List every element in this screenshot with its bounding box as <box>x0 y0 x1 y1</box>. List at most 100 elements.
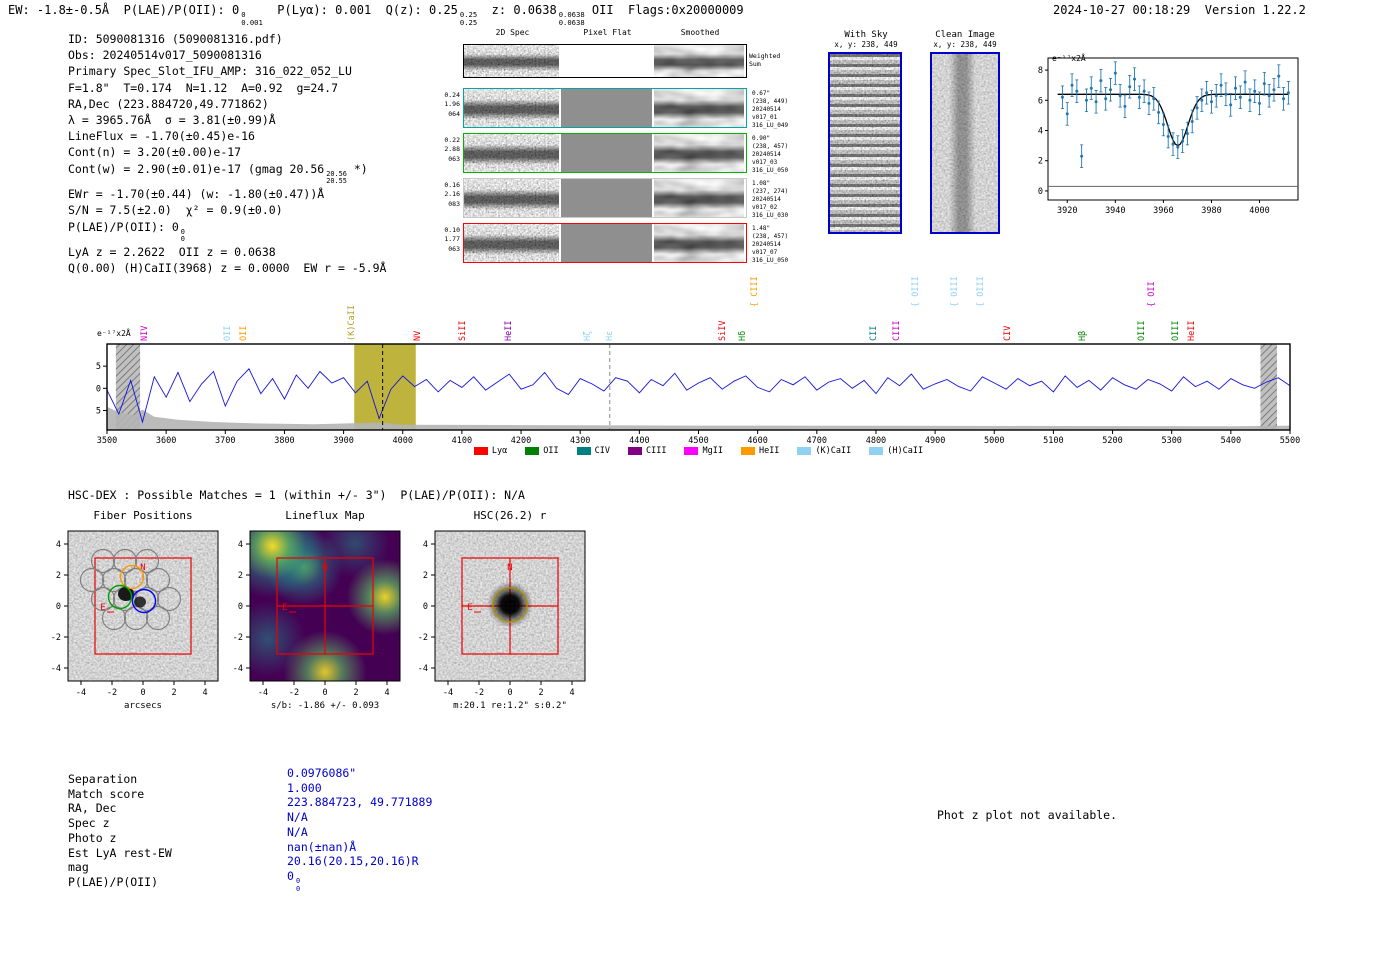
svg-text:-2: -2 <box>418 633 428 643</box>
spectral-trace-band <box>464 224 559 262</box>
svg-text:-4: -4 <box>51 664 61 674</box>
match-row-label: mag <box>68 860 89 874</box>
svg-text:5.0: 5.0 <box>95 384 101 394</box>
svg-text:4500: 4500 <box>688 436 708 446</box>
spectrum-legend: Lyα OII CIV CIII MgII HeII (K)CaII (H)CaII <box>107 446 1290 456</box>
emission-line-label: { OIII <box>950 276 960 307</box>
spectral-trace-band <box>464 134 559 172</box>
spec2d-row: 0.24 1.96 064 0.67" (238, 449) 20240514 v017_0… <box>444 88 788 129</box>
svg-text:-4: -4 <box>418 664 428 674</box>
clean-image <box>930 52 1000 234</box>
emission-line-label: HeII <box>1187 320 1197 341</box>
svg-text:4: 4 <box>238 540 243 550</box>
spectral-trace-band <box>654 134 744 172</box>
legend-label: HeII <box>758 446 780 456</box>
svg-text:2: 2 <box>171 688 176 698</box>
cutout-title: Fiber Positions <box>93 509 193 522</box>
svg-text:-4: -4 <box>233 664 243 674</box>
svg-text:2: 2 <box>353 688 358 698</box>
emission-line-label: Hδ <box>738 330 748 341</box>
cutout-caption: m:20.1 re:1.2" s:0.2" <box>453 701 567 711</box>
svg-text:3600: 3600 <box>156 436 176 446</box>
smoothed-image <box>654 179 744 217</box>
legend-item: HeII <box>740 446 780 456</box>
svg-text:3920: 3920 <box>1057 206 1077 216</box>
spectral-trace-band <box>464 89 559 127</box>
cutout-title: Lineflux Map <box>285 509 365 522</box>
svg-text:4400: 4400 <box>629 436 649 446</box>
spec2d-row: 0.22 2.88 063 0.90" (238, 457) 20240514 v017_0… <box>444 133 788 174</box>
legend-swatch <box>525 446 540 455</box>
svg-text:4: 4 <box>1038 127 1043 137</box>
info-block: ID: 5090081316 (5090081316.pdf) Obs: 2024… <box>68 31 387 277</box>
legend-item: (H)CaII <box>869 446 923 456</box>
pixel-flat-image <box>561 89 652 127</box>
svg-text:4: 4 <box>56 540 61 550</box>
pixel-flat-image <box>561 224 652 262</box>
pixel-flat-image <box>561 45 652 77</box>
legend-label: OII <box>543 446 559 456</box>
info-line: Q(0.00) (H)CaII(3968) z = 0.0000 EW r = … <box>68 261 387 276</box>
svg-text:2: 2 <box>1038 157 1043 167</box>
emission-line-label: SiIV <box>718 320 728 341</box>
svg-text:0: 0 <box>56 602 61 612</box>
svg-text:5000: 5000 <box>984 436 1004 446</box>
svg-text:4: 4 <box>202 688 207 698</box>
info-line: LyA z = 2.2622 OII z = 0.0638 <box>68 245 276 260</box>
source-column-overlay <box>932 54 998 232</box>
hsc-image <box>435 531 585 681</box>
report-timestamp: 2024-10-27 00:18:29 <box>1053 3 1191 17</box>
svg-text:4: 4 <box>384 688 389 698</box>
with-sky-title: With Sky <box>844 30 888 40</box>
svg-text:-4: -4 <box>443 688 453 698</box>
spec2d-image <box>464 45 559 77</box>
emission-line-label: CII <box>869 325 879 341</box>
legend-label: (H)CaII <box>887 446 924 456</box>
legend-label: CIII <box>645 446 667 456</box>
info-line: F=1.8" T=0.174 N=1.12 A=0.92 g=24.7 <box>68 80 339 95</box>
emission-line-label: CIII <box>892 320 902 341</box>
sky-lines-overlay <box>830 54 900 232</box>
svg-text:8: 8 <box>1038 66 1043 76</box>
spec2d-row-right-label: 0.67" (238, 449) 20240514 v017_01 316_LU_049 <box>752 90 789 130</box>
legend-label: CIV <box>594 446 610 456</box>
version-label: Version 1.22.2 <box>1204 3 1306 17</box>
clean-image-coords: x, y: 238, 449 <box>933 40 997 49</box>
pixel-flat-image <box>561 134 652 172</box>
zoom-ylabel: e⁻¹⁷x2Å <box>1052 54 1086 63</box>
svg-text:2: 2 <box>423 571 428 581</box>
svg-text:2: 2 <box>56 571 61 581</box>
emission-line-label: HeII <box>504 320 514 341</box>
match-row-value: nan(±nan)Å <box>287 840 357 854</box>
spec2d-col-header: 2D Spec <box>495 28 530 37</box>
spec2d-row <box>463 44 747 78</box>
spec2d-section: 2D Spec Pixel Flat Smoothed Weighted Sum 0.2… <box>443 28 803 272</box>
info-line: Obs: 20240514v017_5090081316 <box>68 48 262 63</box>
header-summary: EW: -1.8±-0.5Å P(LAE)/P(OII): 0 0 0.001 P(… <box>8 3 744 28</box>
spectral-trace-band <box>654 224 744 262</box>
svg-text:5400: 5400 <box>1221 436 1241 446</box>
with-sky-coords: x, y: 238, 449 <box>834 40 898 49</box>
spec2d-row-right-label: 0.90" (238, 457) 20240514 v017_03 316_LU_050 <box>752 135 789 175</box>
svg-text:2: 2 <box>238 571 243 581</box>
cutout-xlabel: arcsecs <box>124 701 162 711</box>
svg-text:3980: 3980 <box>1201 206 1221 216</box>
spectral-trace-band <box>654 179 744 217</box>
cutout-overlay: -4-4-2-2002244NE <box>51 530 219 698</box>
spec2d-image <box>464 134 559 172</box>
info-line: LineFlux = -1.70(±0.45)e-16 <box>68 129 255 144</box>
with-sky-image <box>828 52 902 234</box>
match-table: Separation 0.0976086" Match score 1.000 RA, … <box>68 766 568 902</box>
svg-text:3500: 3500 <box>97 436 117 446</box>
emission-line-label: NIV <box>140 325 150 341</box>
clean-image-panel: Clean Image x, y: 238, 449 <box>928 30 1002 234</box>
legend-item: Lyα <box>473 446 507 456</box>
smoothed-image <box>654 89 744 127</box>
svg-text:7.5: 7.5 <box>95 362 101 372</box>
spec2d-image <box>464 224 559 262</box>
match-row-label: Spec z <box>68 816 110 830</box>
svg-text:4000: 4000 <box>1249 206 1269 216</box>
smoothed-image <box>654 45 744 77</box>
svg-text:4300: 4300 <box>570 436 590 446</box>
match-row-value: 20.16(20.15,20.16)R <box>287 854 419 868</box>
